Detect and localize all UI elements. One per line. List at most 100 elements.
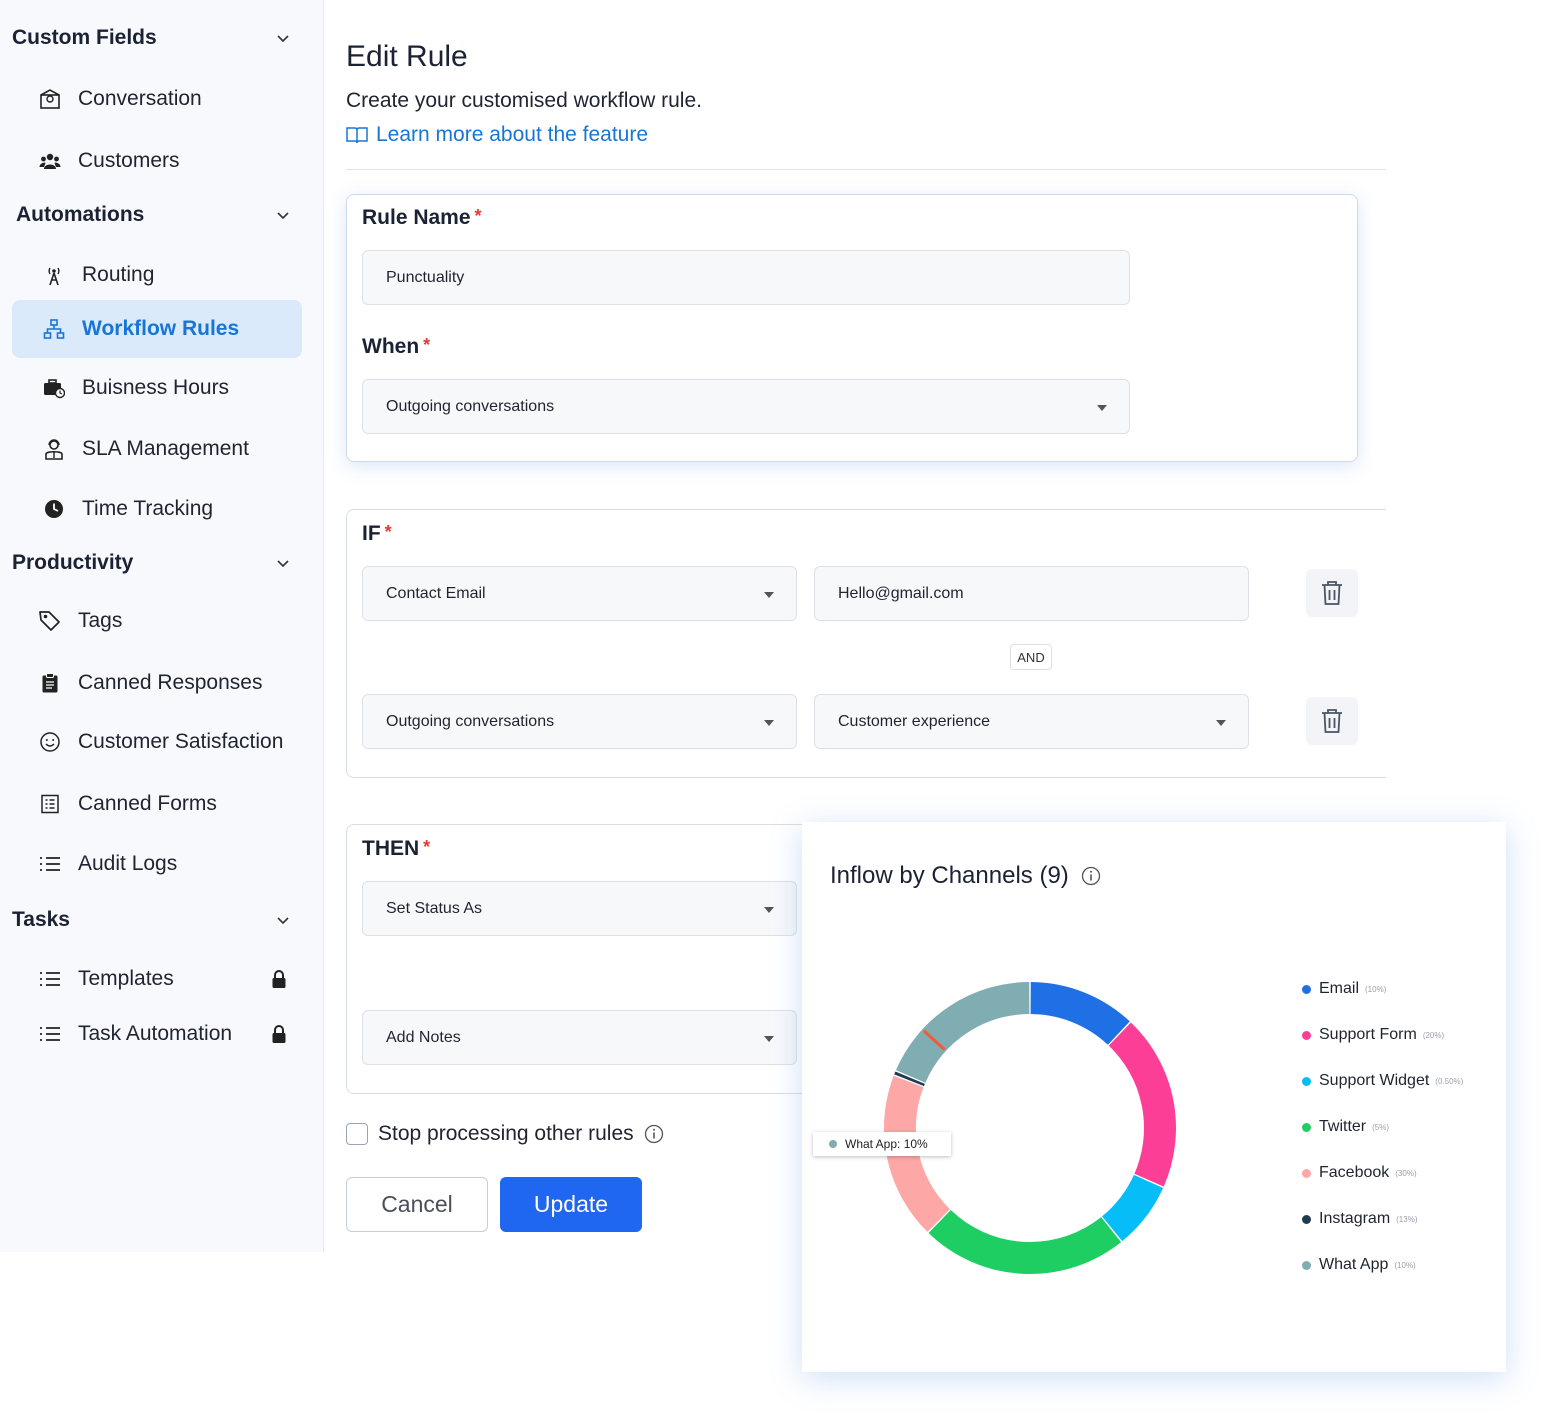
legend-item[interactable]: Facebook (30%)	[1302, 1164, 1417, 1182]
legend-color-dot	[1302, 1168, 1311, 1178]
conversation-icon	[38, 87, 62, 111]
stop-processing-label: Stop processing other rules	[378, 1122, 634, 1145]
tag-icon	[38, 609, 62, 633]
if-value-text: Hello@gmail.com	[838, 584, 964, 602]
sidebar-item-customers[interactable]: Customers	[12, 132, 302, 190]
lock-icon	[272, 970, 286, 988]
sidebar-item-label: Tags	[78, 609, 123, 632]
legend-percent: (10%)	[1394, 1260, 1416, 1270]
rule-name-label: Rule Name *	[362, 206, 482, 230]
donut-slice-what-app[interactable]	[895, 982, 1030, 1084]
page-subtitle: Create your customised workflow rule.	[346, 89, 702, 112]
inflow-chart-card: Inflow by Channels (9) What App: 10% Ema…	[802, 822, 1506, 1372]
legend-item[interactable]: Email (10%)	[1302, 980, 1386, 998]
donut-slice-support-widget[interactable]	[1101, 1174, 1164, 1242]
caret-down-icon	[764, 592, 774, 598]
donut-slice-twitter[interactable]	[928, 1209, 1122, 1274]
legend-label: Email	[1319, 980, 1360, 997]
divider	[346, 169, 1386, 170]
sidebar-item-label: Workflow Rules	[82, 317, 240, 340]
learn-more-link[interactable]: Learn more about the feature	[346, 123, 648, 147]
caret-down-icon	[764, 907, 774, 913]
legend-color-dot	[1302, 984, 1311, 994]
sidebar-item-tags[interactable]: Tags	[12, 592, 302, 650]
info-icon[interactable]	[644, 1124, 664, 1144]
sidebar-item-workflow-rules[interactable]: Workflow Rules	[12, 300, 302, 358]
rule-name-input[interactable]: Punctuality	[362, 250, 1130, 305]
caret-down-icon	[764, 1036, 774, 1042]
sidebar-item-canned-responses[interactable]: Canned Responses	[12, 654, 302, 712]
stop-processing-row: Stop processing other rules	[346, 1122, 664, 1146]
sidebar-item-time-tracking[interactable]: Time Tracking	[12, 480, 302, 538]
legend-item[interactable]: What App (10%)	[1302, 1256, 1416, 1274]
hierarchy-icon	[42, 317, 66, 341]
update-button[interactable]: Update	[500, 1177, 642, 1232]
then-action-select[interactable]: Set Status As	[362, 881, 797, 936]
book-icon	[346, 127, 368, 144]
if-field-select[interactable]: Contact Email	[362, 566, 797, 621]
list-icon	[38, 852, 62, 876]
donut-chart[interactable]	[802, 822, 1506, 1372]
delete-condition-button[interactable]	[1306, 569, 1358, 617]
page-title: Edit Rule	[346, 40, 468, 73]
if-value-input[interactable]: Hello@gmail.com	[814, 566, 1249, 621]
sidebar-item-templates[interactable]: Templates	[12, 950, 302, 1008]
agent-icon	[42, 437, 66, 461]
learn-more-label: Learn more about the feature	[376, 123, 649, 146]
legend-item[interactable]: Support Widget (0.50%)	[1302, 1072, 1463, 1090]
if-field-value: Contact Email	[386, 584, 486, 602]
delete-condition-button[interactable]	[1306, 697, 1358, 745]
if-value-text: Customer experience	[838, 712, 991, 730]
sidebar-item-label: Conversation	[78, 87, 202, 110]
stop-processing-checkbox[interactable]	[346, 1123, 368, 1145]
donut-slice-instagram[interactable]	[894, 1071, 925, 1087]
legend-label: Instagram	[1319, 1210, 1391, 1227]
and-badge: AND	[1010, 644, 1052, 670]
lock-icon	[272, 1025, 286, 1043]
section-automations[interactable]: Automations	[16, 195, 302, 235]
form-icon	[38, 792, 62, 816]
legend-percent: (20%)	[1422, 1030, 1445, 1040]
sidebar-item-task-automation[interactable]: Task Automation	[12, 1005, 302, 1063]
if-value-select[interactable]: Customer experience	[814, 694, 1249, 749]
legend-percent: (10%)	[1365, 984, 1387, 994]
section-custom-fields[interactable]: Custom Fields	[12, 18, 302, 58]
sidebar-item-business-hours[interactable]: Buisness Hours	[12, 359, 302, 417]
legend-item[interactable]: Support Form (20%)	[1302, 1026, 1444, 1044]
sidebar-item-label: Buisness Hours	[82, 376, 230, 399]
when-select[interactable]: Outgoing conversations	[362, 379, 1130, 434]
sidebar-item-routing[interactable]: Routing	[12, 246, 302, 304]
legend-percent: (30%)	[1395, 1168, 1417, 1178]
donut-slice-support-form[interactable]	[1108, 1022, 1176, 1187]
sidebar-item-label: Customer Satisfaction	[78, 730, 284, 753]
briefcase-clock-icon	[42, 376, 66, 400]
section-tasks[interactable]: Tasks	[12, 900, 302, 940]
then-action-select[interactable]: Add Notes	[362, 1010, 797, 1065]
sidebar-item-label: Task Automation	[78, 1022, 233, 1045]
tooltip-text: What App: 10%	[845, 1137, 928, 1151]
legend-color-dot	[1302, 1076, 1311, 1086]
when-label-text: When	[362, 335, 420, 358]
sidebar: Custom Fields Conversation Customers Aut…	[0, 0, 324, 1252]
chevron-down-icon	[277, 560, 289, 568]
sidebar-item-sla-management[interactable]: SLA Management	[12, 420, 302, 478]
legend-label: Support Widget	[1319, 1072, 1430, 1089]
list-icon	[38, 1022, 62, 1046]
sidebar-item-audit-logs[interactable]: Audit Logs	[12, 835, 302, 893]
sidebar-item-conversation[interactable]: Conversation	[12, 70, 302, 128]
section-productivity[interactable]: Productivity	[12, 543, 302, 583]
legend-color-dot	[1302, 1214, 1311, 1224]
sidebar-item-canned-forms[interactable]: Canned Forms	[12, 775, 302, 833]
if-label: IF *	[362, 522, 392, 546]
cancel-button[interactable]: Cancel	[346, 1177, 488, 1232]
sidebar-item-label: Canned Responses	[78, 671, 263, 694]
required-mark: *	[423, 837, 431, 857]
legend-item[interactable]: Instagram (13%)	[1302, 1210, 1417, 1228]
if-field-value: Outgoing conversations	[386, 712, 555, 730]
legend-item[interactable]: Twitter (5%)	[1302, 1118, 1389, 1136]
section-label: Productivity	[12, 551, 134, 574]
if-field-select[interactable]: Outgoing conversations	[362, 694, 797, 749]
donut-slice-email[interactable]	[1030, 982, 1130, 1046]
legend-color-dot	[1302, 1122, 1311, 1132]
sidebar-item-customer-satisfaction[interactable]: Customer Satisfaction	[12, 713, 302, 771]
